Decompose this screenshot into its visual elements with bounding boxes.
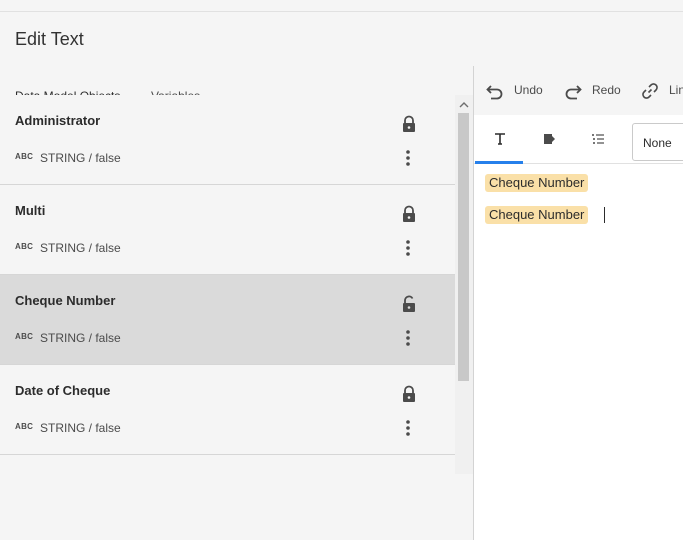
editor-panel: Undo Redo Lin None Cheque Number Cheque … — [473, 66, 683, 540]
editor-toolbar: Undo Redo Lin — [474, 66, 683, 115]
undo-icon — [486, 85, 503, 100]
redo-label: Redo — [592, 83, 621, 97]
lock-icon[interactable] — [401, 205, 417, 223]
undo-button[interactable]: Undo — [486, 82, 556, 100]
type-badge: ABC — [15, 422, 34, 431]
unlock-icon[interactable] — [401, 295, 417, 313]
item-type: STRING / false — [40, 151, 121, 165]
item-name: Multi — [15, 203, 46, 218]
lock-icon[interactable] — [401, 385, 417, 403]
type-badge: ABC — [15, 152, 34, 161]
item-name: Administrator — [15, 113, 101, 128]
scroll-up-icon[interactable] — [459, 101, 469, 109]
list-item[interactable]: Cheque Number ABC STRING / false — [0, 275, 455, 365]
data-model-list: Administrator ABC STRING / false Multi A… — [0, 95, 455, 474]
list-item[interactable]: Date of Cheque ABC STRING / false — [0, 365, 455, 455]
tab-list[interactable] — [573, 115, 621, 164]
item-type: STRING / false — [40, 241, 121, 255]
item-name: Cheque Number — [15, 293, 116, 308]
placeholder-chip[interactable]: Cheque Number — [485, 206, 589, 224]
paragraph-icon — [544, 134, 555, 144]
placeholder-chip[interactable]: Cheque Number — [485, 174, 589, 192]
lock-icon[interactable] — [401, 115, 417, 133]
list-scrollbar-thumb[interactable] — [458, 113, 469, 381]
item-type: STRING / false — [40, 331, 121, 345]
type-badge: ABC — [15, 332, 34, 341]
more-options-icon[interactable] — [403, 329, 413, 347]
redo-button[interactable]: Redo — [564, 82, 634, 100]
tab-paragraph[interactable] — [524, 115, 572, 164]
style-dropdown-value: None — [643, 136, 672, 150]
top-strip — [0, 0, 683, 12]
more-options-icon[interactable] — [403, 239, 413, 257]
dialog-header: Edit Text — [0, 12, 683, 66]
dialog-title: Edit Text — [15, 29, 84, 49]
link-label: Lin — [669, 83, 683, 97]
text-format-icon — [495, 133, 505, 145]
more-options-icon[interactable] — [403, 149, 413, 167]
link-icon — [642, 83, 658, 99]
type-badge: ABC — [15, 242, 34, 251]
list-icon — [592, 134, 604, 144]
more-options-icon[interactable] — [403, 419, 413, 437]
list-item[interactable] — [0, 455, 455, 474]
undo-label: Undo — [514, 83, 543, 97]
style-dropdown[interactable]: None — [632, 123, 683, 161]
list-item[interactable]: Administrator ABC STRING / false — [0, 95, 455, 185]
list-item[interactable]: Multi ABC STRING / false — [0, 185, 455, 275]
tab-text-format[interactable] — [475, 115, 523, 164]
link-button[interactable]: Lin — [641, 82, 683, 100]
text-editor[interactable]: Cheque Number Cheque Number — [474, 164, 683, 540]
format-bar: None — [474, 115, 683, 164]
item-type: STRING / false — [40, 421, 121, 435]
text-caret — [604, 207, 605, 223]
redo-icon — [565, 85, 582, 100]
item-name: Date of Cheque — [15, 383, 111, 398]
